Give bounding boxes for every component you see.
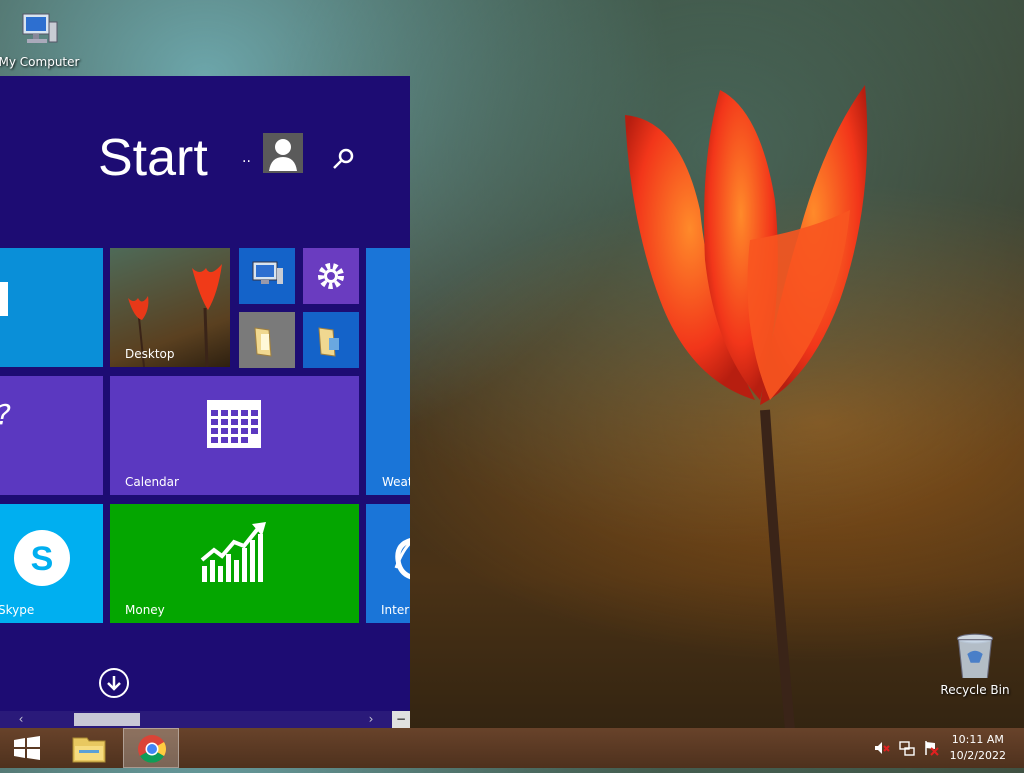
tile-money[interactable]: Money — [110, 504, 359, 623]
scroll-left-arrow[interactable]: ‹ — [12, 711, 30, 728]
my-computer-label: My Computer — [0, 55, 80, 69]
start-button[interactable] — [0, 728, 56, 768]
tile-calendar-label: Calendar — [125, 475, 179, 489]
taskbar-clock[interactable]: 10:11 AM 10/2/2022 — [950, 732, 1006, 764]
computer-icon — [252, 261, 283, 284]
tile-weather[interactable]: Weat — [366, 248, 410, 495]
user-name-dots: .. — [242, 150, 251, 166]
recycle-bin-desktop-icon[interactable]: Recycle Bin — [930, 630, 1020, 697]
action-center-flag-icon[interactable] — [923, 740, 939, 756]
windows-logo-icon — [14, 736, 40, 760]
tile-file-explorer-grey[interactable] — [239, 312, 295, 368]
tile-desktop-label: Desktop — [125, 347, 175, 361]
tile-money-label: Money — [125, 603, 165, 617]
user-account-button[interactable] — [263, 133, 303, 173]
folder-icon — [72, 737, 106, 763]
taskbar-file-explorer[interactable] — [61, 728, 117, 768]
money-chart-icon — [200, 522, 266, 582]
tile-mail[interactable] — [0, 248, 103, 367]
start-horizontal-scrollbar[interactable]: ‹ › — [0, 711, 410, 728]
tile-file-explorer-blue[interactable] — [303, 312, 359, 368]
clock-date: 10/2/2022 — [949, 749, 1006, 762]
zoom-out-button[interactable]: − — [392, 711, 410, 728]
tile-skype[interactable]: S Skype — [0, 504, 103, 623]
mail-icon — [0, 282, 8, 316]
gear-icon — [318, 263, 344, 289]
search-icon[interactable] — [330, 146, 356, 172]
tile-internet-explorer-label: Intern — [381, 603, 410, 617]
network-icon[interactable] — [899, 740, 915, 756]
start-title: Start — [98, 129, 208, 187]
skype-icon: S — [14, 530, 70, 586]
folder-icon — [254, 327, 272, 357]
scroll-thumb[interactable] — [74, 713, 140, 726]
tile-weather-label: Weat — [382, 475, 410, 489]
recycle-bin-label: Recycle Bin — [940, 683, 1010, 697]
computer-icon — [22, 13, 58, 43]
clock-time: 10:11 AM — [951, 733, 1004, 746]
recycle-bin-icon — [956, 633, 994, 681]
tile-purple-left[interactable]: ? — [0, 376, 103, 495]
tile-this-pc[interactable] — [239, 248, 295, 304]
taskbar: 10:11 AM 10/2/2022 — [0, 728, 1024, 768]
tile-desktop[interactable]: Desktop — [110, 248, 230, 367]
taskbar-chrome[interactable] — [123, 728, 179, 768]
start-panel: Start .. Desktop Weat Calendar S Skype M… — [0, 76, 410, 728]
tile-calendar[interactable]: Calendar — [110, 376, 359, 495]
speaker-muted-icon[interactable] — [874, 740, 890, 756]
tile-partial-icon: ? — [0, 398, 11, 431]
folder-icon — [318, 327, 339, 357]
tile-pc-settings[interactable] — [303, 248, 359, 304]
internet-explorer-icon — [394, 538, 410, 580]
chrome-icon — [138, 735, 166, 763]
my-computer-desktop-icon[interactable]: My Computer — [0, 10, 84, 69]
down-arrow-icon — [107, 676, 121, 691]
tile-internet-explorer[interactable]: Intern — [366, 504, 410, 623]
user-avatar-icon — [269, 139, 297, 171]
calendar-icon — [207, 400, 261, 448]
scroll-right-arrow[interactable]: › — [362, 711, 380, 728]
tile-skype-label: Skype — [0, 603, 35, 617]
wallpaper-tulip — [625, 85, 868, 730]
all-apps-button[interactable] — [99, 668, 129, 698]
svg-text:S: S — [31, 540, 54, 578]
